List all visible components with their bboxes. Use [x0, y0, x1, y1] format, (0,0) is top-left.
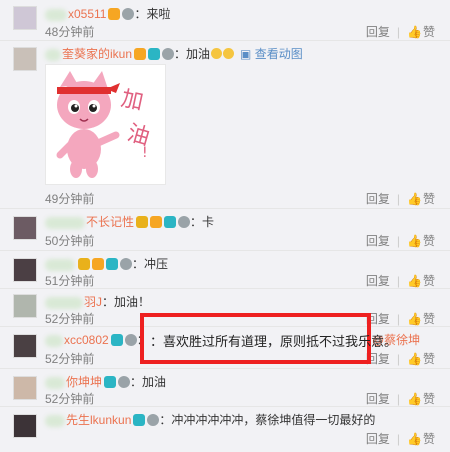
comment-time: 51分钟前 [45, 274, 95, 288]
comment-text: ：来啦 [134, 7, 171, 21]
reply-button[interactable]: 回复 [366, 234, 390, 248]
badge-icon [164, 216, 177, 228]
comment-username[interactable]: x05511 [68, 7, 106, 21]
cat-sticker[interactable]: 加 油 ! [45, 64, 166, 185]
like-button[interactable]: 👍赞 [407, 234, 435, 248]
thumbs-up-icon: 👍 [407, 234, 422, 248]
avatar[interactable] [13, 258, 37, 282]
comment-text: ：加油 [174, 47, 211, 61]
reply-button[interactable]: 回复 [366, 25, 390, 39]
divider [0, 406, 450, 407]
avatar[interactable] [13, 334, 37, 358]
badge-icon [78, 258, 90, 270]
badge-icon [147, 414, 160, 426]
badge-icon [124, 334, 137, 346]
comment-time: 48分钟前 [45, 25, 95, 39]
comment-time: 52分钟前 [45, 392, 95, 406]
like-button[interactable]: 👍赞 [407, 25, 435, 39]
avatar[interactable] [13, 414, 37, 438]
thumbs-up-icon: 👍 [407, 192, 422, 206]
badge-icon [120, 258, 132, 270]
reply-button[interactable]: 回复 [366, 192, 390, 206]
badge-icon [178, 216, 191, 228]
comment-username[interactable]: 奎葵家的ikun [62, 47, 132, 61]
comment-username[interactable]: 不长记性 [86, 215, 134, 229]
avatar[interactable] [13, 6, 37, 30]
reply-button[interactable]: 回复 [366, 274, 390, 288]
badge-icon [148, 48, 161, 60]
badge-icon [118, 376, 131, 388]
like-button[interactable]: 👍赞 [407, 392, 435, 406]
badge-icon [104, 376, 117, 388]
comment-text: ：卡 [190, 215, 215, 229]
divider [0, 208, 450, 209]
view-animation-link[interactable]: ▣ 查看动图 [240, 47, 303, 61]
avatar[interactable] [13, 216, 37, 240]
svg-text:油: 油 [124, 121, 152, 151]
like-button[interactable]: 👍赞 [407, 192, 435, 206]
comment-time: 50分钟前 [45, 234, 95, 248]
like-button[interactable]: 👍赞 [407, 352, 435, 366]
svg-text:!: ! [142, 145, 148, 161]
reply-button[interactable]: 回复 [366, 392, 390, 406]
comment-time: 52分钟前 [45, 352, 95, 366]
comment-text: ：加油 [130, 375, 167, 389]
comment-text: ：加油！ [102, 295, 151, 309]
thumbs-up-icon: 👍 [407, 274, 422, 288]
comment-text: ：冲冲冲冲冲冲，蔡徐坤值得一切最好的 [159, 413, 376, 427]
badge-icon [134, 48, 147, 60]
like-button[interactable]: 👍赞 [407, 274, 435, 288]
avatar[interactable] [13, 376, 37, 400]
image-icon: ▣ [240, 47, 255, 61]
divider [0, 368, 450, 369]
reply-button[interactable]: 回复 [366, 432, 390, 446]
badge-icon [106, 258, 118, 270]
comment-time: 52分钟前 [45, 312, 95, 326]
like-button[interactable]: 👍赞 [407, 312, 435, 326]
badge-icon [122, 8, 135, 20]
comment-username[interactable]: 先生lkunkun [66, 413, 131, 427]
thumbs-up-icon: 👍 [407, 392, 422, 406]
badge-icon [133, 414, 146, 426]
comment-username[interactable]: xcc0802 [64, 333, 109, 347]
highlighted-comment-text: ：喜欢胜过所有道理，原则抵不过我乐意。 [150, 334, 398, 349]
avatar[interactable] [13, 294, 37, 318]
badge-icon [110, 334, 123, 346]
comment-time: 49分钟前 [45, 192, 95, 206]
divider [0, 288, 450, 289]
divider [0, 40, 450, 41]
emoji-icon [211, 48, 223, 59]
divider [0, 250, 450, 251]
svg-text:加: 加 [119, 86, 146, 115]
badge-icon [108, 8, 121, 20]
comment-username[interactable]: 你坤坤 [66, 375, 102, 389]
badge-icon [162, 48, 175, 60]
like-button[interactable]: 👍赞 [407, 432, 435, 446]
comment-username[interactable]: 羽J [84, 295, 102, 309]
thumbs-up-icon: 👍 [407, 352, 422, 366]
highlight-box: ：喜欢胜过所有道理，原则抵不过我乐意。 [140, 313, 397, 364]
thumbs-up-icon: 👍 [407, 312, 422, 326]
thumbs-up-icon: 👍 [407, 432, 422, 446]
avatar[interactable] [13, 47, 37, 71]
heart-icon [92, 258, 104, 270]
badge-icon [150, 216, 163, 228]
thumbs-up-icon: 👍 [407, 25, 422, 39]
comment-text: ：冲压 [132, 257, 169, 271]
badge-icon [136, 216, 149, 228]
emoji-icon [223, 48, 235, 59]
